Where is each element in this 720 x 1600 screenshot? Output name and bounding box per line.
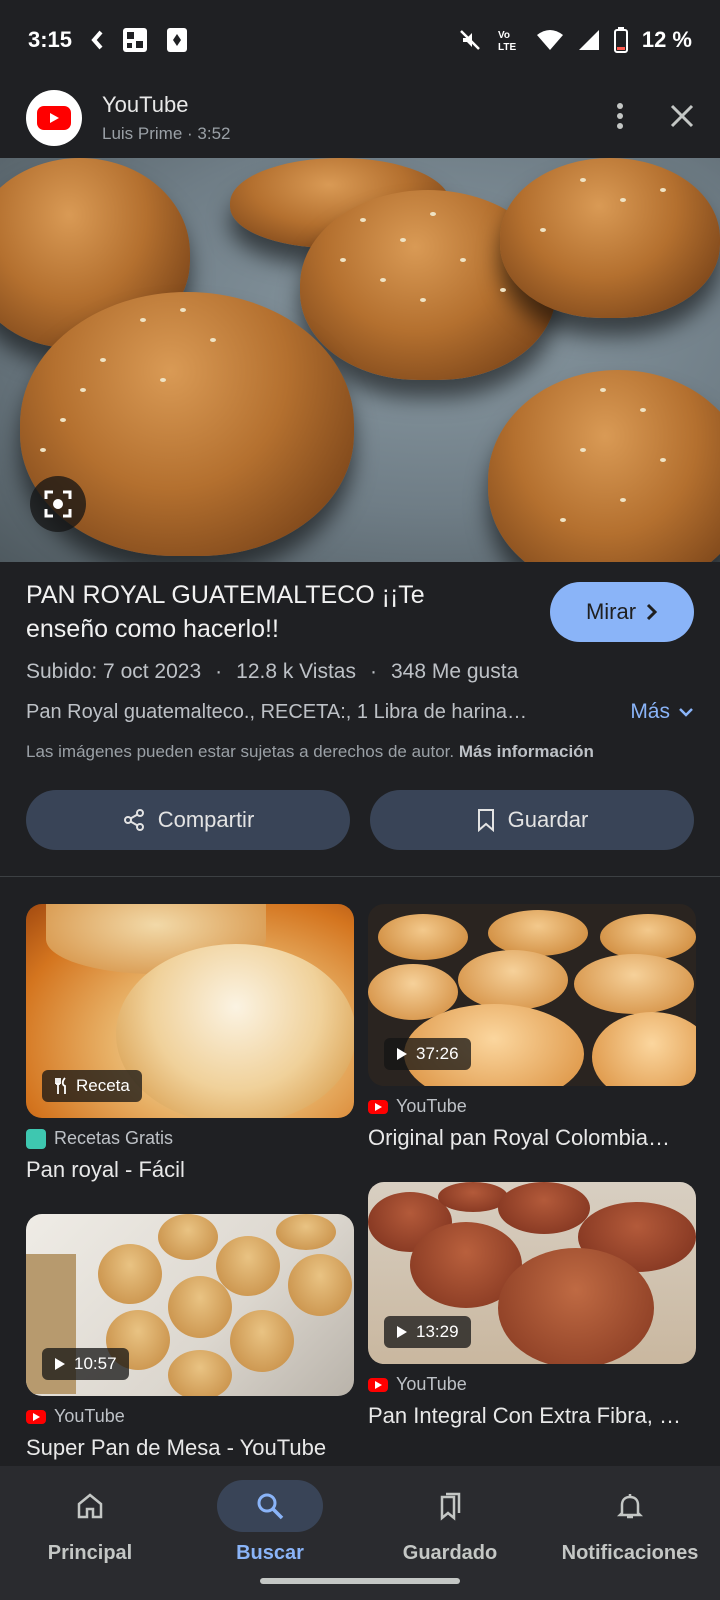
upload-date: Subido: 7 oct 2023 [26, 660, 202, 683]
status-bar: 3:15 Vo LTE 12 % [0, 0, 720, 80]
grid-icon [122, 27, 148, 53]
youtube-logo-icon [26, 90, 82, 146]
video-description: Pan Royal guatemalteco., RECETA:, 1 Libr… [26, 700, 527, 723]
svg-text:Vo: Vo [498, 30, 510, 41]
nav-notifications[interactable]: Notificaciones [540, 1466, 720, 1600]
recetas-gratis-icon [26, 1128, 46, 1149]
bell-icon [616, 1494, 644, 1519]
like-count: 348 Me gusta [391, 660, 519, 683]
more-button[interactable]: Más [630, 700, 694, 724]
related-card[interactable]: 10:57 YouTube Super Pan de Mesa - YouTub… [26, 1214, 354, 1461]
duration-badge: 13:29 [384, 1316, 471, 1348]
bookmark-icon [477, 809, 494, 832]
battery-icon [613, 27, 628, 53]
home-indicator[interactable] [260, 1578, 460, 1584]
close-icon[interactable] [670, 104, 694, 133]
svg-text:LTE: LTE [498, 42, 516, 53]
share-button[interactable]: Compartir [26, 790, 350, 850]
result-header: YouTube Luis Prime · 3:52 [0, 80, 720, 156]
nav-home[interactable]: Principal [0, 1466, 180, 1600]
divider [0, 876, 720, 877]
result-image[interactable] [0, 158, 720, 562]
video-title: PAN ROYAL GUATEMALTECO ¡¡Te enseño como … [26, 581, 425, 643]
copyright-notice: Las imágenes pueden estar sujetas a dere… [26, 742, 694, 762]
related-source: Recetas Gratis [26, 1128, 354, 1149]
view-count: 12.8 k Vistas [236, 660, 356, 683]
duration-label: 37:26 [416, 1044, 459, 1063]
watch-button[interactable]: Mirar [550, 582, 694, 642]
bookmarks-icon [440, 1492, 461, 1521]
youtube-icon [26, 1409, 46, 1424]
play-icon [397, 1048, 407, 1060]
play-icon [55, 1358, 65, 1370]
duration-badge: 37:26 [384, 1038, 471, 1070]
lens-icon [44, 490, 72, 518]
source-label: YouTube [396, 1096, 467, 1116]
related-title[interactable]: Super Pan de Mesa - YouTube [26, 1435, 354, 1461]
related-thumbnail[interactable]: 13:29 [368, 1182, 696, 1364]
youtube-icon [368, 1099, 388, 1114]
share-label: Compartir [157, 807, 255, 832]
nav-label: Buscar [236, 1542, 304, 1564]
related-card[interactable]: 13:29 YouTube Pan Integral Con Extra Fib… [368, 1182, 696, 1429]
meta-separator: · [215, 660, 223, 683]
search-icon [257, 1493, 284, 1520]
share-icon [123, 809, 144, 831]
wifi-icon [536, 29, 564, 51]
lens-search-button[interactable] [30, 476, 86, 532]
related-thumbnail[interactable]: Receta [26, 904, 354, 1118]
related-card[interactable]: Receta Recetas Gratis Pan royal - Fácil [26, 904, 354, 1183]
save-button[interactable]: Guardar [370, 790, 694, 850]
recipe-badge: Receta [42, 1070, 142, 1102]
youtube-icon [368, 1377, 388, 1392]
nav-label: Guardado [402, 1542, 498, 1564]
chevron-down-icon [679, 708, 693, 717]
signal-icon [578, 29, 600, 51]
related-thumbnail[interactable]: 37:26 [368, 904, 696, 1086]
status-time: 3:15 [28, 27, 73, 52]
volte-icon: Vo LTE [496, 27, 522, 53]
duration-label: 13:29 [416, 1322, 459, 1341]
related-title[interactable]: Pan royal - Fácil [26, 1157, 354, 1183]
meta-separator: · [370, 660, 377, 683]
source-subtitle: Luis Prime · 3:52 [102, 124, 231, 143]
copyright-text: Las imágenes pueden estar sujetas a dere… [26, 742, 455, 761]
video-meta: Subido: 7 oct 2023 · 12.8 k Vistas · 348… [26, 660, 694, 684]
cards-icon [166, 27, 188, 53]
mute-icon [458, 28, 482, 52]
chevron-right-icon [646, 603, 658, 621]
play-icon [397, 1326, 407, 1338]
duration-label: 10:57 [74, 1354, 117, 1373]
related-title[interactable]: Pan Integral Con Extra Fibra, … [368, 1403, 696, 1429]
more-info-link[interactable]: Más información [459, 742, 594, 761]
source-name: YouTube [102, 92, 189, 117]
battery-percent: 12 % [641, 27, 692, 52]
result-info: PAN ROYAL GUATEMALTECO ¡¡Te enseño como … [26, 578, 694, 762]
source-label: YouTube [54, 1406, 125, 1426]
utensils-icon [55, 1077, 66, 1094]
badge-label: Receta [76, 1076, 130, 1095]
watch-label: Mirar [585, 599, 637, 624]
back-chevron-icon [90, 29, 104, 51]
related-title[interactable]: Original pan Royal Colombia… [368, 1125, 696, 1151]
more-options-icon[interactable] [616, 102, 624, 135]
save-label: Guardar [507, 807, 589, 832]
related-source: YouTube [368, 1374, 696, 1395]
nav-label: Notificaciones [561, 1542, 699, 1564]
duration-badge: 10:57 [42, 1348, 129, 1380]
related-source: YouTube [368, 1096, 696, 1117]
nav-label: Principal [47, 1542, 133, 1564]
source-label: Recetas Gratis [54, 1128, 174, 1148]
more-label: Más [630, 700, 670, 723]
related-card[interactable]: 37:26 YouTube Original pan Royal Colombi… [368, 904, 696, 1151]
related-thumbnail[interactable]: 10:57 [26, 1214, 354, 1396]
related-source: YouTube [26, 1406, 354, 1427]
home-icon [77, 1493, 103, 1519]
source-label: YouTube [396, 1374, 467, 1394]
